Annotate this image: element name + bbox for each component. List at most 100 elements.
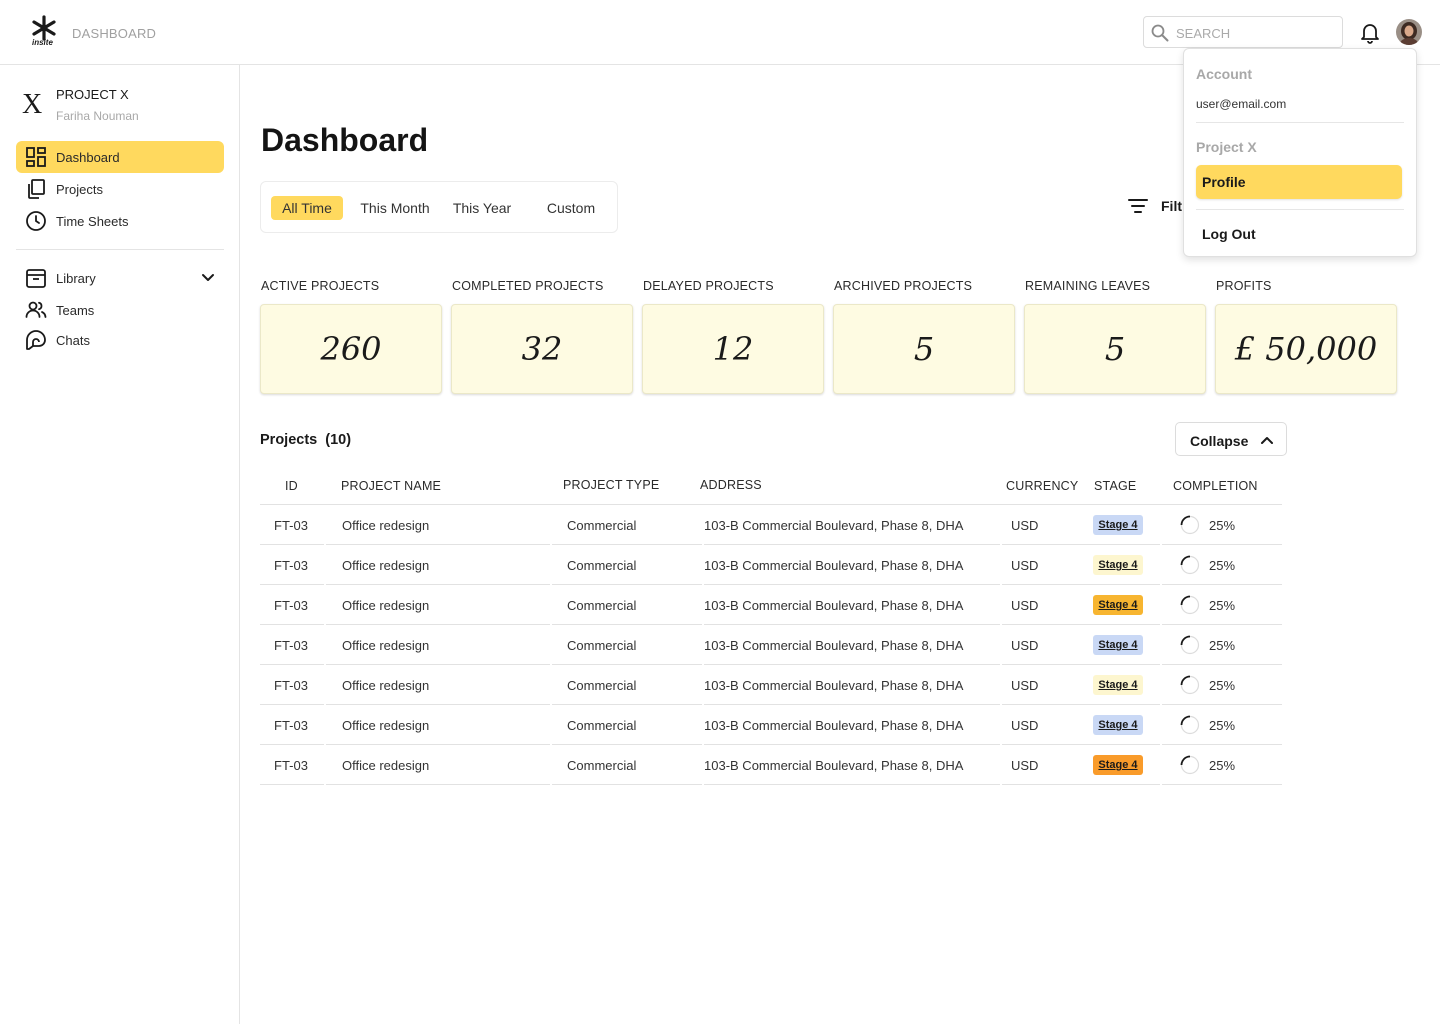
column-header-project-name[interactable]: PROJECT NAME xyxy=(341,479,441,493)
project-name[interactable]: PROJECT X xyxy=(56,87,129,102)
table-row[interactable]: FT-03 Office redesign Commercial 103-B Comm… xyxy=(260,585,1282,625)
filter-label: Filt xyxy=(1161,198,1182,214)
row-divider xyxy=(260,784,324,785)
sidebar-item-dashboard[interactable]: Dashboard xyxy=(16,141,224,173)
menu-section-account: Account xyxy=(1196,66,1252,82)
column-header-stage[interactable]: STAGE xyxy=(1094,479,1136,493)
stage-badge[interactable]: Stage 4 xyxy=(1093,755,1143,775)
row-divider xyxy=(1162,784,1282,785)
row-divider xyxy=(704,784,1000,785)
sidebar-item-chats[interactable]: Chats xyxy=(16,324,224,356)
table-row[interactable]: FT-03 Office redesign Commercial 103-B Comm… xyxy=(260,665,1282,705)
stat-card-remaining-leaves[interactable]: 5 xyxy=(1024,304,1206,394)
stage-badge[interactable]: Stage 4 xyxy=(1093,555,1143,575)
table-row[interactable]: FT-03 Office redesign Commercial 103-B Comm… xyxy=(260,625,1282,665)
cell-project-name: Office redesign xyxy=(342,718,430,733)
stat-card-active-projects[interactable]: 260 xyxy=(260,304,442,394)
row-divider xyxy=(1002,784,1160,785)
sidebar-item-time-sheets[interactable]: Time Sheets xyxy=(16,205,224,237)
collapse-button[interactable]: Collapse xyxy=(1175,422,1287,456)
sidebar-item-label: Dashboard xyxy=(56,149,120,165)
cell-project-type: Commercial xyxy=(567,558,637,573)
menu-item-profile[interactable]: Profile xyxy=(1196,165,1402,199)
search-icon xyxy=(1151,24,1169,42)
table-row[interactable]: FT-03 Office redesign Commercial 103-B Comm… xyxy=(260,705,1282,745)
completion-ring-icon xyxy=(1180,715,1200,735)
breadcrumb[interactable]: DASHBOARD xyxy=(72,26,156,41)
tab-this-year[interactable]: This Year xyxy=(447,196,517,220)
filter-icon xyxy=(1128,199,1148,213)
sidebar-item-label: Teams xyxy=(56,302,95,318)
project-logo: X xyxy=(22,89,43,120)
stage-badge[interactable]: Stage 4 xyxy=(1093,595,1143,615)
table-row[interactable]: FT-03 Office redesign Commercial 103-B Comm… xyxy=(260,505,1282,545)
stat-label-archived-projects: ARCHIVED PROJECTS xyxy=(834,279,973,293)
search-box[interactable] xyxy=(1143,16,1343,48)
tab-custom[interactable]: Custom xyxy=(539,196,603,220)
filter-button[interactable]: Filt xyxy=(1128,198,1182,214)
stat-card-archived-projects[interactable]: 5 xyxy=(833,304,1015,394)
sidebar-item-teams[interactable]: Teams xyxy=(16,294,224,326)
menu-divider xyxy=(1196,122,1404,123)
menu-divider xyxy=(1196,209,1404,210)
avatar[interactable] xyxy=(1396,19,1422,45)
cell-project-type: Commercial xyxy=(567,518,637,533)
cell-address: 103-B Commercial Boulevard, Phase 8, DHA xyxy=(704,758,964,773)
stat-value: 260 xyxy=(320,330,382,368)
column-header-id[interactable]: ID xyxy=(285,479,298,493)
cell-project-type: Commercial xyxy=(567,638,637,653)
users-icon xyxy=(25,301,47,318)
column-header-completion[interactable]: COMPLETION xyxy=(1173,479,1258,493)
cell-project-type: Commercial xyxy=(567,758,637,773)
column-header-currency[interactable]: CURRENCY xyxy=(1006,479,1078,493)
cell-project-type: Commercial xyxy=(567,718,637,733)
row-divider xyxy=(552,784,702,785)
stage-badge[interactable]: Stage 4 xyxy=(1093,635,1143,655)
time-range-tabs: All Time This Month This Year Custom xyxy=(260,181,618,233)
cell-project-type: Commercial xyxy=(567,598,637,613)
cell-project-name: Office redesign xyxy=(342,638,430,653)
archive-icon xyxy=(26,269,46,288)
cell-id: FT-03 xyxy=(274,758,308,773)
stage-badge[interactable]: Stage 4 xyxy=(1093,715,1143,735)
table-row[interactable]: FT-03 Office redesign Commercial 103-B Comm… xyxy=(260,745,1282,785)
stat-card-delayed-projects[interactable]: 12 xyxy=(642,304,824,394)
stat-value: 12 xyxy=(712,330,754,368)
completion-ring-icon xyxy=(1180,755,1200,775)
completion-ring-icon xyxy=(1180,635,1200,655)
project-owner: Fariha Nouman xyxy=(56,109,139,123)
cell-address: 103-B Commercial Boulevard, Phase 8, DHA xyxy=(704,598,964,613)
stat-label-delayed-projects: DELAYED PROJECTS xyxy=(643,279,774,293)
cell-project-name: Office redesign xyxy=(342,678,430,693)
cell-completion: 25% xyxy=(1209,558,1236,573)
cell-project-name: Office redesign xyxy=(342,518,430,533)
cell-project-name: Office redesign xyxy=(342,758,430,773)
cell-address: 103-B Commercial Boulevard, Phase 8, DHA xyxy=(704,558,964,573)
cell-currency: USD xyxy=(1011,758,1039,773)
sidebar-item-projects[interactable]: Projects xyxy=(16,173,224,205)
tab-this-month[interactable]: This Month xyxy=(355,196,435,220)
bell-icon[interactable] xyxy=(1358,20,1382,44)
menu-item-log-out[interactable]: Log Out xyxy=(1196,217,1402,251)
stage-badge[interactable]: Stage 4 xyxy=(1093,675,1143,695)
chevron-down-icon[interactable] xyxy=(200,270,216,286)
sidebar-divider xyxy=(16,249,224,250)
cell-currency: USD xyxy=(1011,718,1039,733)
stat-card-completed-projects[interactable]: 32 xyxy=(451,304,633,394)
tab-all-time[interactable]: All Time xyxy=(271,196,343,220)
search-input[interactable] xyxy=(1176,23,1336,43)
column-header-project-type[interactable]: PROJECT TYPE xyxy=(563,478,659,492)
stat-card-profits[interactable]: £ 50,000 xyxy=(1215,304,1397,394)
dashboard-icon xyxy=(26,147,46,167)
stage-badge[interactable]: Stage 4 xyxy=(1093,515,1143,535)
stat-value: 5 xyxy=(913,330,935,368)
logo-text: insite xyxy=(32,38,53,47)
menu-item-label: Profile xyxy=(1202,174,1246,190)
cell-id: FT-03 xyxy=(274,638,308,653)
sidebar-item-library[interactable]: Library xyxy=(16,262,224,294)
collapse-label: Collapse xyxy=(1190,433,1249,449)
table-row[interactable]: FT-03 Office redesign Commercial 103-B Comm… xyxy=(260,545,1282,585)
cell-id: FT-03 xyxy=(274,718,308,733)
completion-ring-icon xyxy=(1180,675,1200,695)
column-header-address[interactable]: ADDRESS xyxy=(700,478,762,492)
